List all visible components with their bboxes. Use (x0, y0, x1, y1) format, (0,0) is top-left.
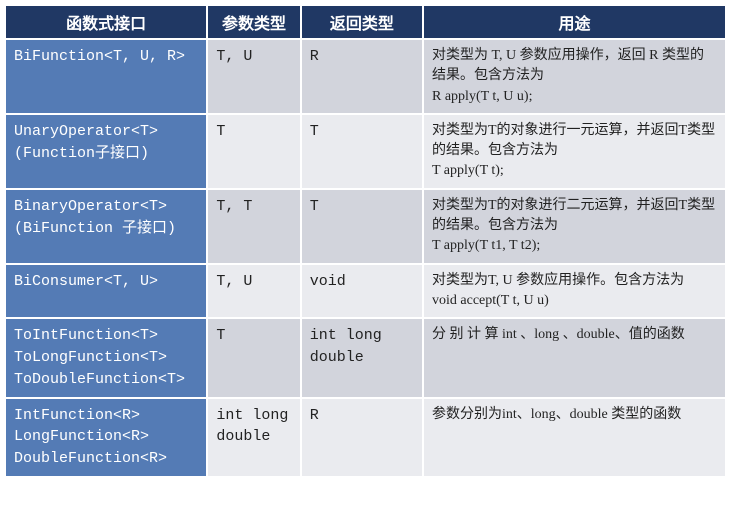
table-row: BiFunction<T, U, R> T, U R 对类型为 T, U 参数应… (6, 39, 725, 114)
cell-param: T (207, 114, 300, 189)
header-use: 用途 (423, 6, 725, 39)
cell-return: void (301, 264, 423, 319)
table-row: UnaryOperator<T> (Function子接口) T T 对类型为T… (6, 114, 725, 189)
cell-param: T, U (207, 39, 300, 114)
cell-return: R (301, 398, 423, 476)
cell-use: 对类型为 T, U 参数应用操作，返回 R 类型的结果。包含方法为 R appl… (423, 39, 725, 114)
cell-param: T, U (207, 264, 300, 319)
cell-use: 对类型为T, U 参数应用操作。包含方法为 void accept(T t, U… (423, 264, 725, 319)
cell-param: T, T (207, 189, 300, 264)
table-row: ToIntFunction<T> ToLongFunction<T> ToDou… (6, 318, 725, 397)
cell-param: int long double (207, 398, 300, 476)
cell-interface: UnaryOperator<T> (Function子接口) (6, 114, 207, 189)
cell-return: T (301, 114, 423, 189)
cell-interface: BiFunction<T, U, R> (6, 39, 207, 114)
cell-return: int long double (301, 318, 423, 397)
header-param: 参数类型 (207, 6, 300, 39)
table-row: IntFunction<R> LongFunction<R> DoubleFun… (6, 398, 725, 476)
table-header-row: 函数式接口 参数类型 返回类型 用途 (6, 6, 725, 39)
cell-use: 参数分别为int、long、double 类型的函数 (423, 398, 725, 476)
cell-interface: BiConsumer<T, U> (6, 264, 207, 319)
functional-interface-table: 函数式接口 参数类型 返回类型 用途 BiFunction<T, U, R> T… (6, 6, 725, 476)
cell-param: T (207, 318, 300, 397)
cell-interface: BinaryOperator<T> (BiFunction 子接口) (6, 189, 207, 264)
cell-return: T (301, 189, 423, 264)
table-row: BinaryOperator<T> (BiFunction 子接口) T, T … (6, 189, 725, 264)
header-interface: 函数式接口 (6, 6, 207, 39)
header-return: 返回类型 (301, 6, 423, 39)
table-row: BiConsumer<T, U> T, U void 对类型为T, U 参数应用… (6, 264, 725, 319)
cell-use: 对类型为T的对象进行二元运算，并返回T类型的结果。包含方法为 T apply(T… (423, 189, 725, 264)
cell-use: 对类型为T的对象进行一元运算，并返回T类型的结果。包含方法为 T apply(T… (423, 114, 725, 189)
cell-use: 分 别 计 算 int 、long 、double、值的函数 (423, 318, 725, 397)
cell-return: R (301, 39, 423, 114)
cell-interface: IntFunction<R> LongFunction<R> DoubleFun… (6, 398, 207, 476)
cell-interface: ToIntFunction<T> ToLongFunction<T> ToDou… (6, 318, 207, 397)
